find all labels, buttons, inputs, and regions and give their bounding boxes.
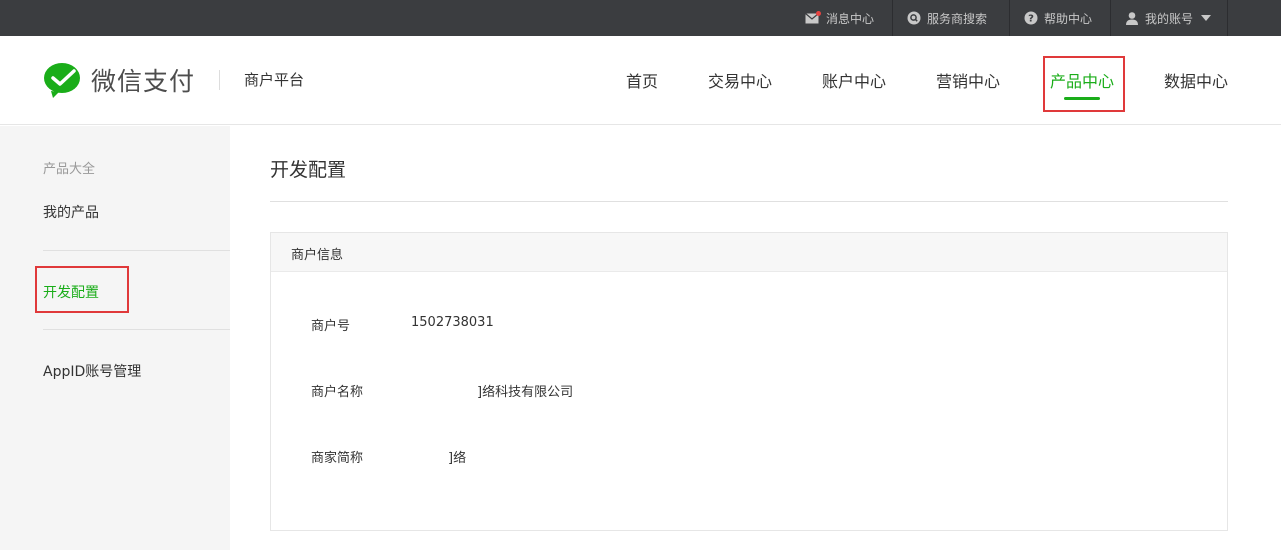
wechat-pay-logo[interactable]: 微信支付 xyxy=(43,62,195,98)
header-divider xyxy=(219,70,220,90)
account-menu[interactable]: 我的账号 xyxy=(1110,0,1228,36)
merchant-short-name-label: 商家简称 xyxy=(311,451,364,466)
merchant-id-value: 1502738031 xyxy=(411,315,494,330)
help-label: 帮助中心 xyxy=(1044,11,1093,26)
merchant-short-name-value: ]络 xyxy=(448,451,467,466)
provider-search-link[interactable]: 服务商搜索 xyxy=(892,0,1009,36)
svg-text:?: ? xyxy=(1028,14,1034,25)
merchant-name-value: ]络科技有限公司 xyxy=(477,385,574,400)
top-bar: 消息中心 服务商搜索 ? 帮助中心 我的账号 xyxy=(0,0,1281,36)
nav-account-center[interactable]: 账户中心 xyxy=(822,68,886,92)
help-link[interactable]: ? 帮助中心 xyxy=(1009,0,1109,36)
highlight-box-sidebar xyxy=(35,266,129,313)
messages-link[interactable]: 消息中心 xyxy=(791,0,891,36)
chevron-down-icon xyxy=(1201,15,1212,21)
platform-name: 商户平台 xyxy=(244,71,305,89)
nav-transactions[interactable]: 交易中心 xyxy=(708,68,772,92)
merchant-name-label: 商户名称 xyxy=(311,385,364,400)
sidebar: 产品大全 我的产品 开发配置 AppID账号管理 xyxy=(0,126,230,550)
wechat-pay-logo-icon xyxy=(44,63,80,98)
panel-title: 商户信息 xyxy=(291,248,344,263)
nav-home[interactable]: 首页 xyxy=(626,68,658,92)
nav-data-center[interactable]: 数据中心 xyxy=(1164,68,1228,92)
merchant-id-label: 商户号 xyxy=(311,319,351,334)
help-icon: ? xyxy=(1024,11,1038,25)
title-divider xyxy=(270,201,1228,202)
account-label: 我的账号 xyxy=(1145,11,1194,26)
user-icon xyxy=(1126,12,1138,25)
mail-icon xyxy=(805,10,821,24)
notification-dot xyxy=(816,10,821,16)
sidebar-item-my-products[interactable]: 我的产品 xyxy=(43,202,99,222)
search-icon xyxy=(907,11,921,25)
sidebar-item-appid-management[interactable]: AppID账号管理 xyxy=(43,361,141,381)
page-title: 开发配置 xyxy=(270,159,347,181)
sidebar-group-title: 产品大全 xyxy=(43,162,96,177)
panel-header: 商户信息 xyxy=(271,233,1227,272)
main-header: 微信支付 商户平台 首页 交易中心 账户中心 营销中心 产品中心 数据中心 xyxy=(0,36,1281,125)
sidebar-divider xyxy=(43,250,230,251)
messages-label: 消息中心 xyxy=(826,11,875,26)
nav-marketing[interactable]: 营销中心 xyxy=(936,68,1000,92)
merchant-info-panel: 商户信息 商户号 1502738031 商户名称 ]络科技有限公司 商家简称 ]… xyxy=(270,232,1228,531)
highlight-box-nav xyxy=(1043,56,1125,112)
brand-name: 微信支付 xyxy=(91,67,196,96)
sidebar-divider xyxy=(43,329,230,330)
provider-search-label: 服务商搜索 xyxy=(927,11,988,26)
